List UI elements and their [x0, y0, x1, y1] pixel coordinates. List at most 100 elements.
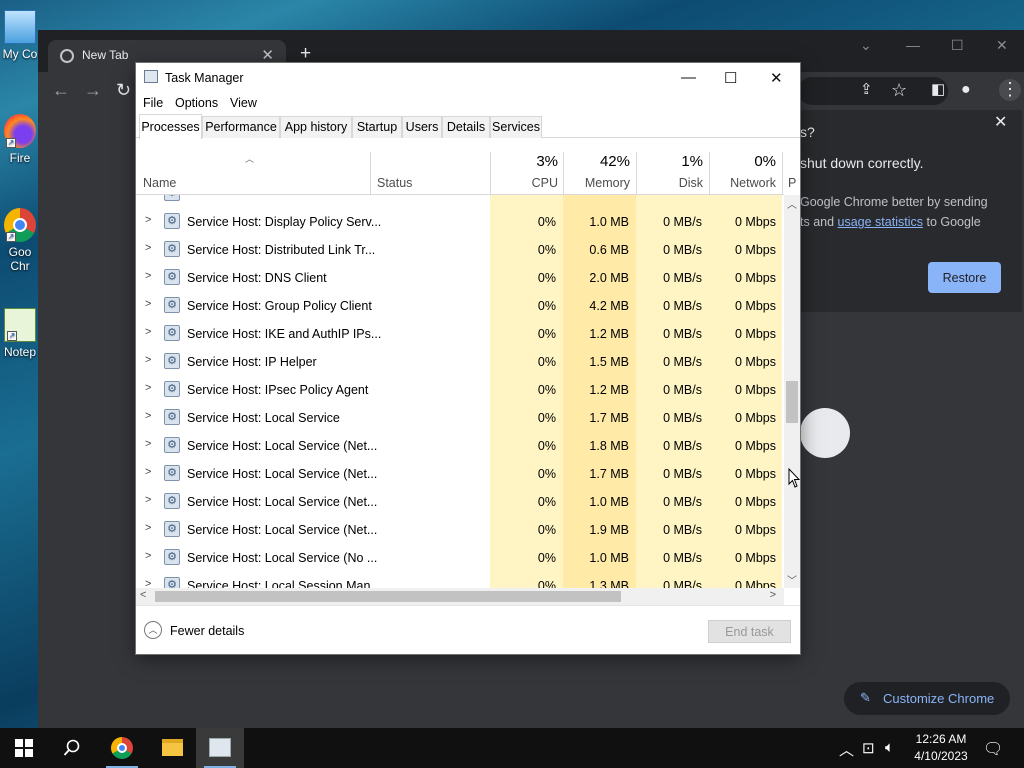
- expand-chevron-icon[interactable]: >: [145, 270, 151, 282]
- taskbar-file-explorer[interactable]: [148, 728, 196, 768]
- title-bar[interactable]: Task Manager — ☐ ✕: [136, 63, 800, 92]
- tab-search-icon[interactable]: ⌄: [860, 37, 872, 54]
- tab-startup[interactable]: Startup: [352, 116, 402, 138]
- desktop-icon-my-computer[interactable]: My Co: [0, 10, 40, 61]
- fewer-details-link[interactable]: Fewer details: [170, 624, 244, 638]
- tab-performance[interactable]: Performance: [202, 116, 280, 138]
- desktop-icon-notepad[interactable]: ↗ Notep: [0, 308, 40, 359]
- new-tab-button[interactable]: +: [300, 43, 311, 65]
- table-row[interactable]: > ⚙ Service Host: Local Service (Net... 0% 1…: [136, 515, 784, 543]
- system-clock[interactable]: 12:26 AM 4/10/2023: [907, 731, 975, 765]
- column-power-partial[interactable]: P: [788, 176, 798, 190]
- table-row[interactable]: > ⚙ Service Host: Distributed Link Tr... 0%…: [136, 235, 784, 263]
- expand-chevron-icon[interactable]: >: [145, 242, 151, 254]
- column-divider[interactable]: [709, 152, 710, 195]
- table-row[interactable]: > ⚙ Service Host: DNS Client 0% 2.0 MB 0 MB/s…: [136, 263, 784, 291]
- expand-chevron-icon[interactable]: >: [145, 438, 151, 450]
- expand-chevron-icon[interactable]: >: [145, 354, 151, 366]
- expand-chevron-icon[interactable]: >: [145, 550, 151, 562]
- notification-icon[interactable]: 🗨︎: [983, 739, 1003, 759]
- profile-icon[interactable]: ●: [961, 80, 971, 100]
- column-cpu[interactable]: CPU: [492, 176, 558, 190]
- bookmark-star-icon[interactable]: ☆: [891, 80, 907, 100]
- table-row[interactable]: > ⚙ Service Host: Local Service (No ... 0% 1…: [136, 543, 784, 571]
- customize-chrome-button[interactable]: ✎ Customize Chrome: [844, 682, 1010, 715]
- column-status[interactable]: Status: [377, 176, 412, 190]
- chevron-up-circle-icon[interactable]: ︿: [144, 621, 162, 639]
- tab-details[interactable]: Details: [442, 116, 490, 138]
- expand-chevron-icon[interactable]: >: [145, 522, 151, 534]
- usage-statistics-link[interactable]: usage statistics: [838, 215, 923, 229]
- maximize-icon[interactable]: ☐: [724, 69, 737, 87]
- close-bubble-icon[interactable]: ✕: [994, 112, 1007, 132]
- start-button[interactable]: [0, 728, 48, 768]
- table-row[interactable]: > ⚙ Service Host: IP Helper 0% 1.5 MB 0 MB/s 0…: [136, 347, 784, 375]
- scroll-up-icon[interactable]: ︿: [787, 196, 797, 211]
- table-row[interactable]: > ⚙ Service Host: Local Session Man... 0% 1.…: [136, 571, 784, 588]
- chevron-up-icon[interactable]: ︿: [839, 739, 854, 760]
- reload-icon[interactable]: ↻: [116, 80, 131, 100]
- scroll-right-icon[interactable]: >: [770, 589, 776, 601]
- table-row[interactable]: > ⚙ Service Host: IKE and AuthIP IPs... 0% 1…: [136, 319, 784, 347]
- table-row[interactable]: > ⚙ Service Host: Local Service 0% 1.7 MB 0 M…: [136, 403, 784, 431]
- column-divider[interactable]: [370, 152, 371, 195]
- horizontal-scrollbar[interactable]: < >: [136, 588, 784, 605]
- shortcut-tile[interactable]: [800, 408, 850, 458]
- column-divider[interactable]: [636, 152, 637, 195]
- expand-chevron-icon[interactable]: >: [145, 298, 151, 310]
- expand-chevron-icon[interactable]: >: [145, 494, 151, 506]
- column-disk[interactable]: Disk: [638, 176, 703, 190]
- scroll-thumb[interactable]: [155, 591, 621, 602]
- tab-processes[interactable]: Processes: [139, 114, 202, 139]
- table-row[interactable]: > ⚙ Service Host: Local Service (Net... 0% 1…: [136, 431, 784, 459]
- column-divider[interactable]: [782, 152, 783, 195]
- table-row[interactable]: > ⚙ Service Host: IPsec Policy Agent 0% 1.2 …: [136, 375, 784, 403]
- expand-chevron-icon[interactable]: >: [145, 466, 151, 478]
- expand-chevron-icon[interactable]: >: [145, 326, 151, 338]
- search-button[interactable]: [48, 728, 96, 768]
- scroll-down-icon[interactable]: ﹀: [787, 572, 797, 587]
- expand-chevron-icon[interactable]: >: [145, 410, 151, 422]
- table-row-partial[interactable]: ⚙: [136, 195, 784, 207]
- volume-icon[interactable]: 🔈︎: [885, 739, 894, 756]
- tab-services[interactable]: Services: [490, 116, 542, 138]
- table-row[interactable]: > ⚙ Service Host: Local Service (Net... 0% 1…: [136, 459, 784, 487]
- share-icon[interactable]: ⇪: [860, 80, 873, 100]
- minimize-icon[interactable]: —: [906, 37, 920, 53]
- column-name[interactable]: Name: [143, 176, 176, 190]
- close-icon[interactable]: ✕: [770, 69, 783, 87]
- table-row[interactable]: > ⚙ Service Host: Display Policy Serv... 0%…: [136, 207, 784, 235]
- column-divider[interactable]: [563, 152, 564, 195]
- table-row[interactable]: > ⚙ Service Host: Group Policy Client 0% 4.2…: [136, 291, 784, 319]
- column-memory[interactable]: Memory: [565, 176, 630, 190]
- back-icon[interactable]: ←: [52, 80, 70, 100]
- table-row[interactable]: > ⚙ Service Host: Local Service (Net... 0% 1…: [136, 487, 784, 515]
- minimize-icon[interactable]: —: [681, 69, 696, 86]
- tab-app-history[interactable]: App history: [280, 116, 352, 138]
- end-task-button[interactable]: End task: [708, 620, 791, 643]
- vertical-scrollbar[interactable]: ︿ ﹀: [784, 195, 800, 588]
- scroll-left-icon[interactable]: <: [140, 589, 146, 601]
- maximize-icon[interactable]: ☐: [951, 37, 964, 54]
- column-network[interactable]: Network: [711, 176, 776, 190]
- address-bar[interactable]: [798, 77, 948, 105]
- close-tab-icon[interactable]: ✕: [261, 46, 274, 64]
- restore-button[interactable]: Restore: [928, 262, 1001, 293]
- taskbar-chrome[interactable]: [98, 728, 146, 768]
- menu-options[interactable]: Options: [175, 96, 218, 110]
- expand-chevron-icon[interactable]: >: [145, 578, 151, 588]
- expand-chevron-icon[interactable]: >: [145, 382, 151, 394]
- forward-icon[interactable]: →: [84, 80, 102, 100]
- menu-file[interactable]: File: [143, 96, 163, 110]
- desktop-icon-firefox[interactable]: ↗ Fire: [0, 114, 40, 165]
- close-window-icon[interactable]: ✕: [996, 37, 1008, 54]
- expand-chevron-icon[interactable]: >: [145, 214, 151, 226]
- scroll-thumb[interactable]: [786, 381, 798, 423]
- tab-users[interactable]: Users: [402, 116, 442, 138]
- network-icon[interactable]: ⊡: [862, 739, 875, 757]
- column-divider[interactable]: [490, 152, 491, 195]
- menu-view[interactable]: View: [230, 96, 257, 110]
- side-panel-icon[interactable]: ◧: [931, 80, 945, 100]
- menu-kebab-icon[interactable]: ⋮: [999, 79, 1021, 101]
- taskbar-task-manager[interactable]: [196, 728, 244, 768]
